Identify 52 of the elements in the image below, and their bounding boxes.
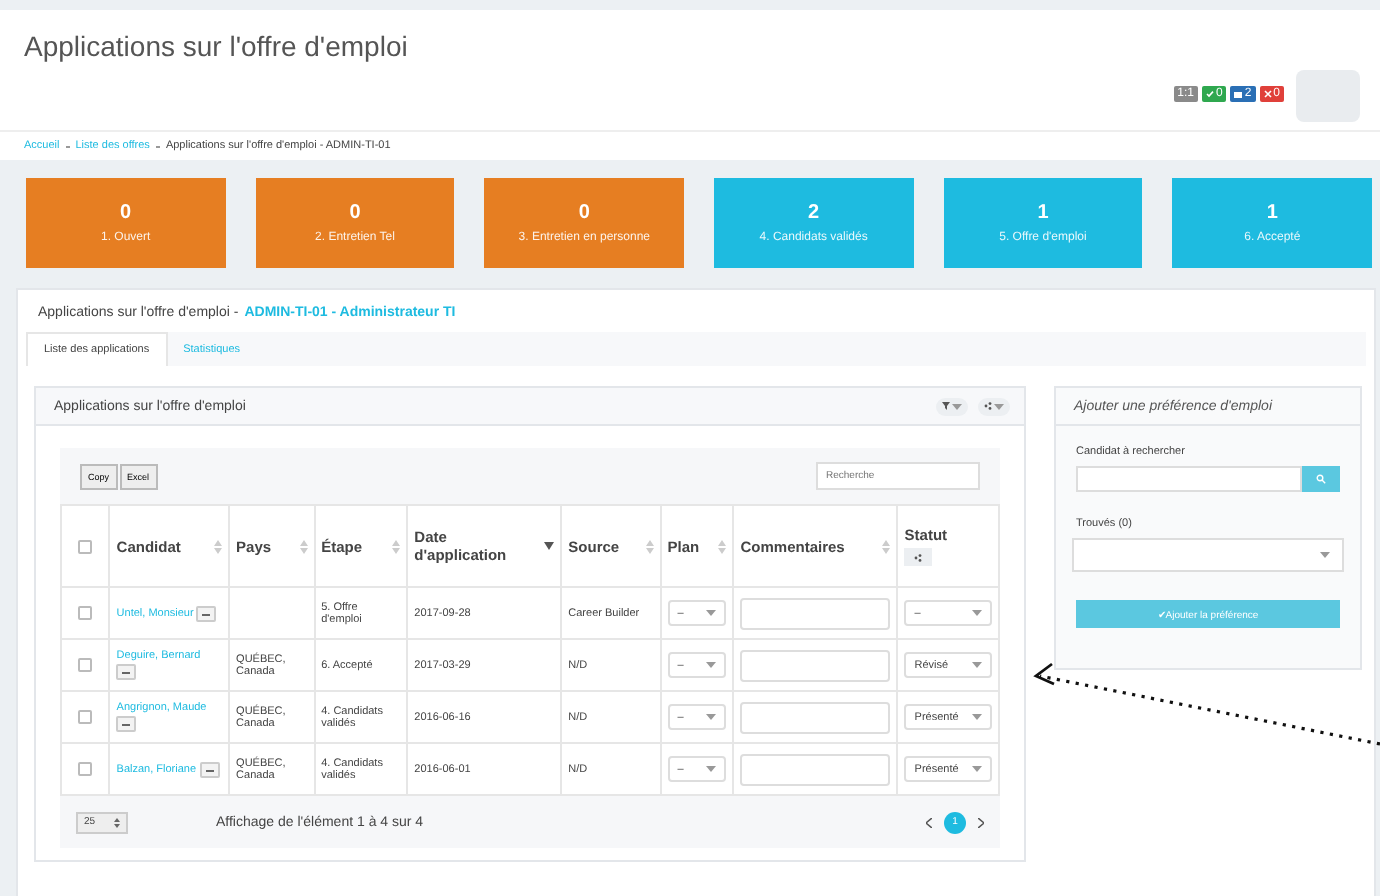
cross-icon	[1263, 90, 1272, 98]
comment-field[interactable]	[740, 753, 891, 785]
candidate-search-field[interactable]	[1076, 466, 1302, 492]
minus-icon	[122, 724, 131, 726]
envelope-icon	[1234, 91, 1243, 97]
row-checkbox[interactable]	[78, 710, 93, 724]
sort-icon	[392, 539, 401, 553]
page-title: Applications sur l'offre d'emploi	[24, 30, 408, 66]
row-checkbox[interactable]	[78, 606, 93, 620]
search-button[interactable]	[1302, 466, 1340, 492]
collapse-button[interactable]	[196, 606, 217, 622]
sort-icon	[645, 539, 654, 553]
sort-desc-icon	[544, 542, 555, 550]
caret-icon	[706, 766, 717, 772]
minus-icon	[205, 770, 214, 772]
minus-icon	[122, 672, 131, 674]
collapse-button[interactable]	[199, 762, 220, 778]
search-icon	[1316, 474, 1326, 484]
sort-icon	[299, 539, 308, 553]
comment-field[interactable]	[740, 597, 891, 629]
row-checkbox[interactable]	[78, 762, 93, 776]
comment-field[interactable]	[740, 701, 891, 733]
caret-icon	[952, 403, 962, 409]
minus-icon	[202, 614, 211, 616]
comment-field[interactable]	[740, 649, 891, 681]
chevron-left-icon[interactable]	[926, 817, 932, 827]
caret-icon	[706, 662, 717, 668]
caret-icon	[972, 714, 982, 720]
caret-icon	[706, 714, 717, 720]
spinner-icon	[114, 817, 120, 827]
select-all-checkbox[interactable]	[78, 539, 93, 553]
caret-icon	[972, 610, 982, 616]
caret-icon	[994, 403, 1004, 409]
chevron-right-icon[interactable]	[978, 817, 984, 827]
caret-icon	[972, 766, 982, 772]
sort-icon	[882, 539, 891, 553]
filter-button[interactable]	[936, 397, 968, 415]
share-button[interactable]	[978, 397, 1010, 415]
collapse-button[interactable]	[116, 716, 137, 732]
collapse-button[interactable]	[116, 664, 137, 680]
filter-icon	[942, 402, 950, 410]
sort-icon	[214, 539, 223, 553]
found-select[interactable]	[1072, 538, 1344, 572]
check-icon	[1205, 90, 1214, 98]
caret-icon	[1320, 552, 1330, 558]
row-checkbox[interactable]	[78, 658, 93, 672]
sort-icon	[718, 539, 727, 553]
share-icon	[984, 402, 992, 410]
caret-icon	[972, 662, 982, 668]
share-button[interactable]	[904, 548, 933, 566]
share-icon	[914, 553, 923, 561]
caret-icon	[706, 610, 717, 616]
